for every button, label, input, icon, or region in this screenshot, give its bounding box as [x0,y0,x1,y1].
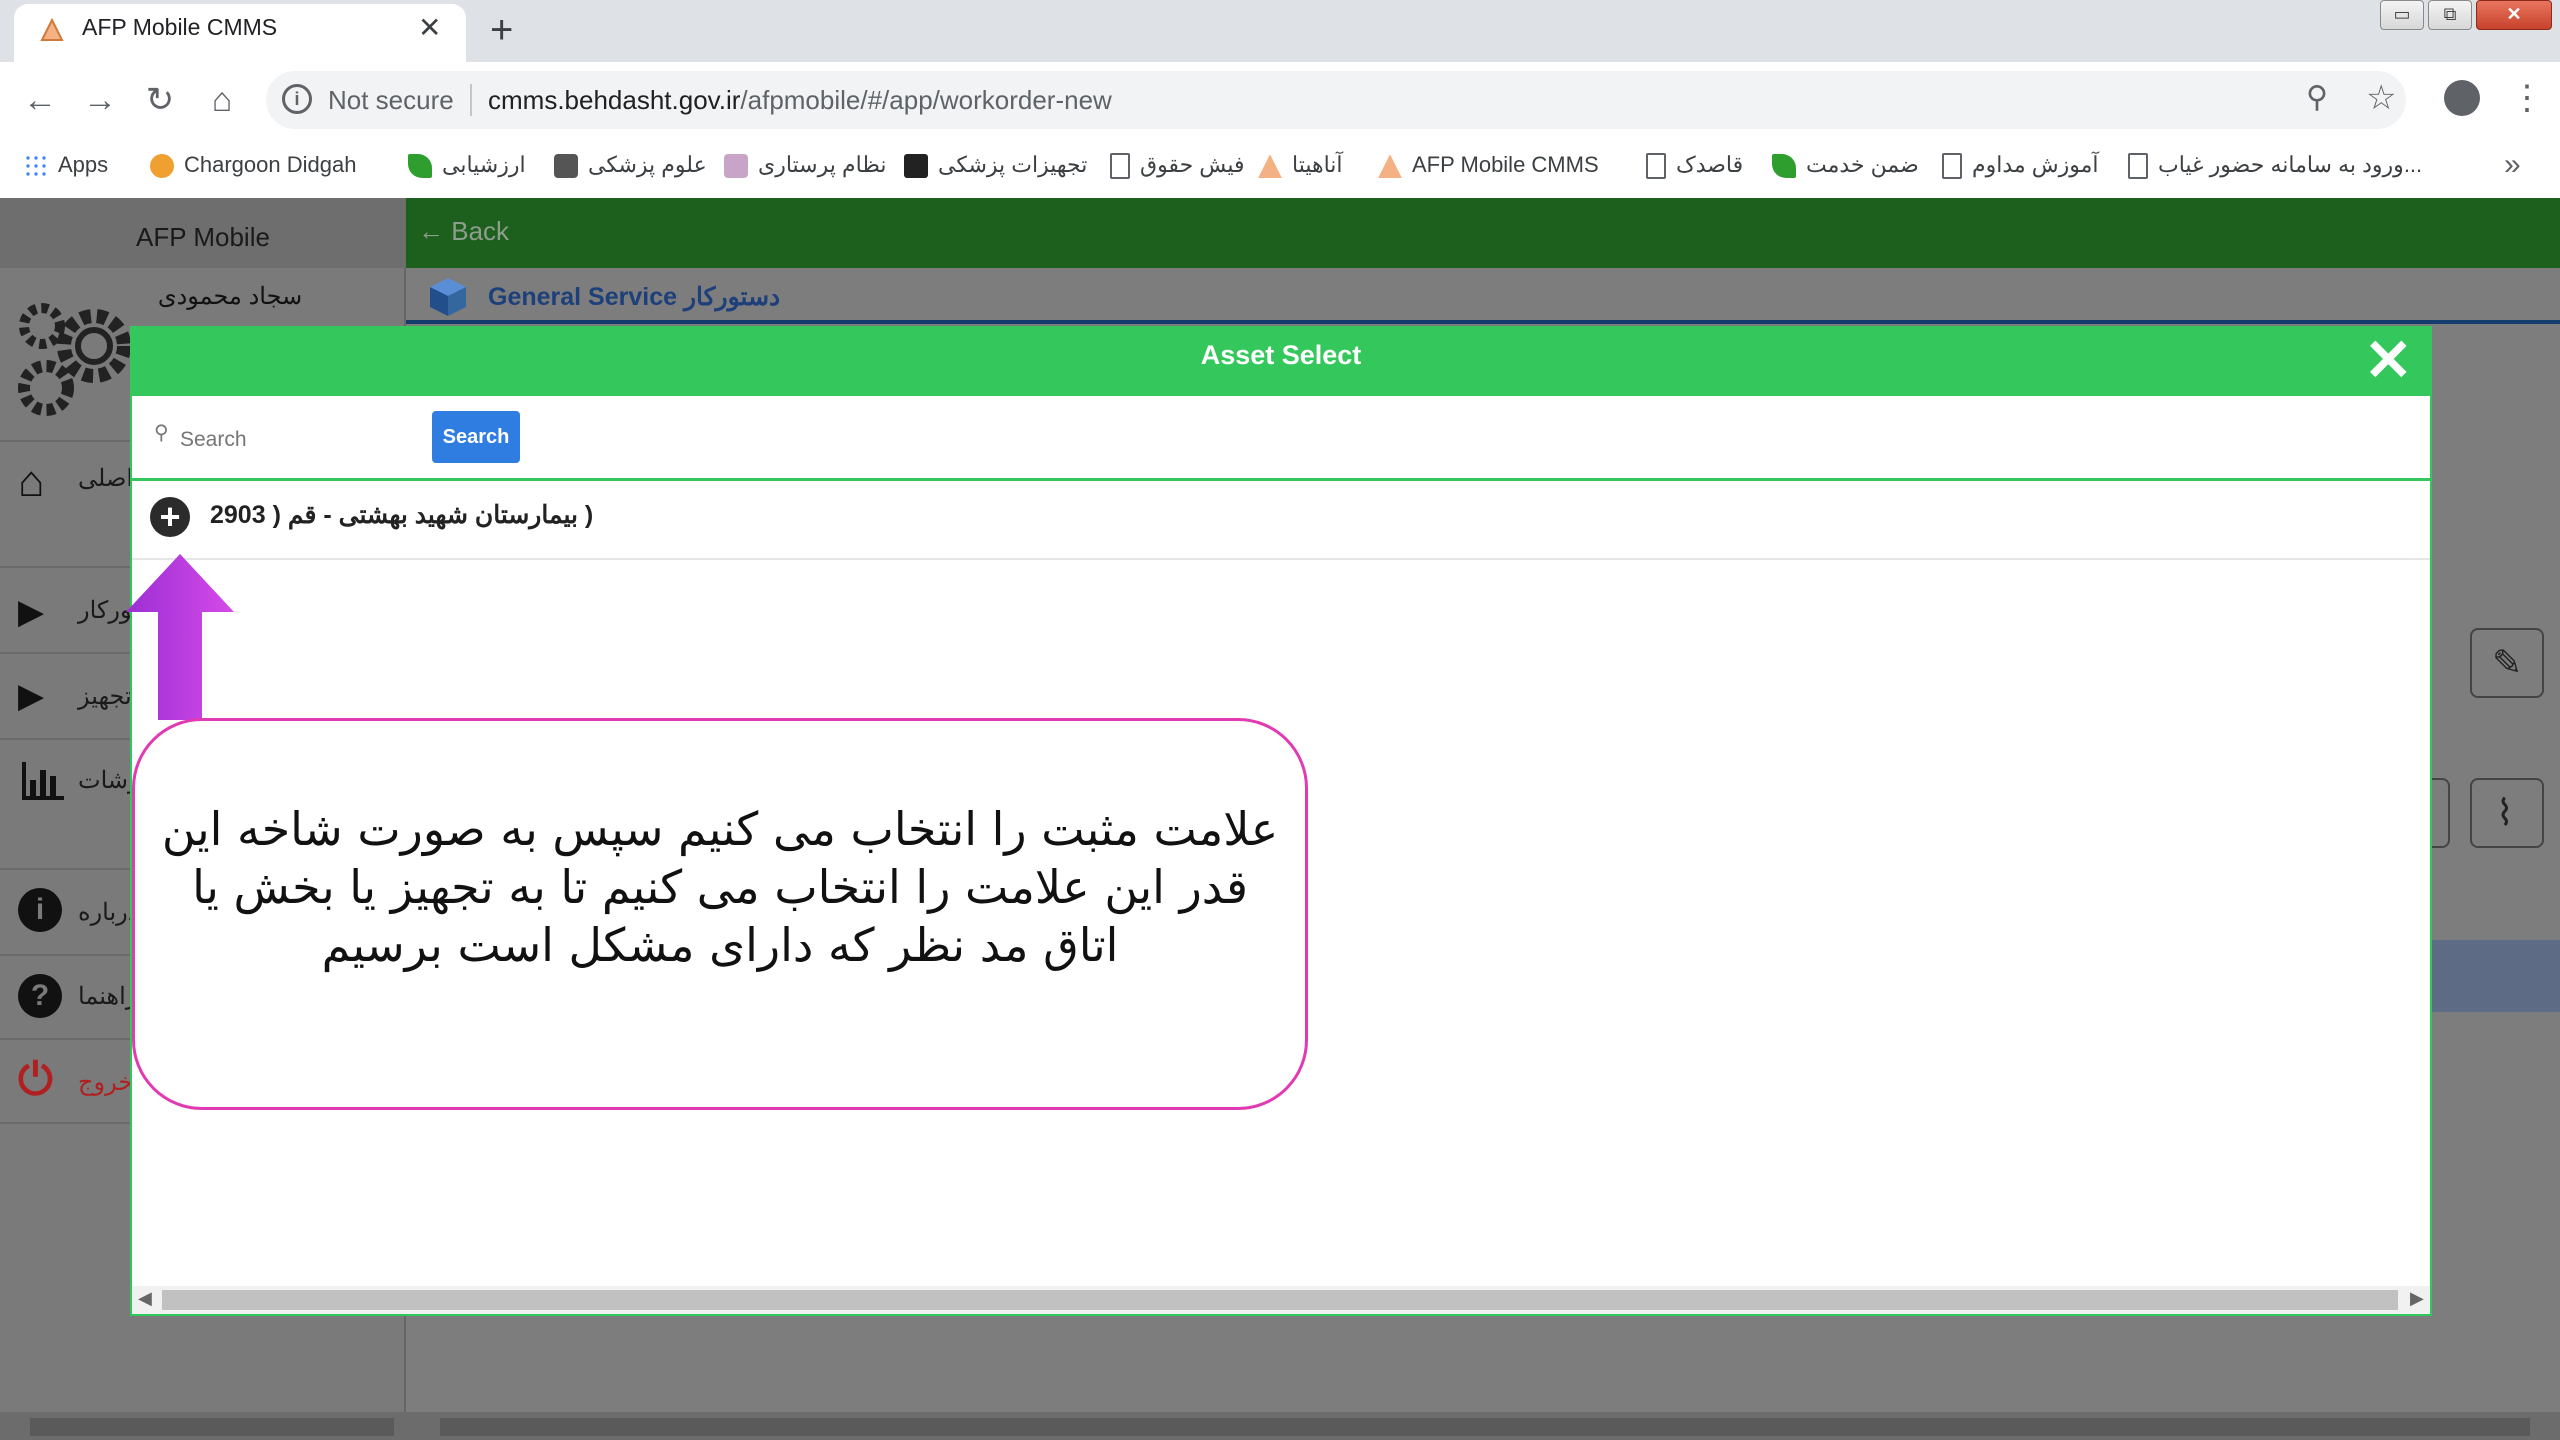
search-input[interactable] [180,418,420,462]
bookmark-hozoor-ghiab[interactable]: ورود به سامانه حضور غیاب... [2128,150,2422,180]
bookmark-apps[interactable]: Apps [24,150,108,180]
home-icon: ⌂ [18,457,45,506]
bookmark-label: آموزش مداوم [1972,152,2099,177]
bookmark-label: ورود به سامانه حضور غیاب... [2158,152,2423,177]
window-minimize-button[interactable]: ▭ [2380,0,2424,30]
power-icon: ⏻ [18,1055,53,1104]
page-subtitle: General Service دستورکار [488,283,781,311]
bookmarks-overflow-icon[interactable]: » [2504,148,2521,182]
bookmark-label: Apps [58,152,109,177]
scroll-right-icon[interactable]: ▶ [2410,1288,2424,1309]
highlight-band [2432,940,2560,1012]
instruction-text: علامت مثبت را انتخاب می کنیم سپس به صورت… [161,802,1279,972]
bookmark-zemn-khedmat[interactable]: ضمن خدمت [1772,150,1919,180]
main-scroll-thumb[interactable] [440,1418,2530,1436]
home-icon[interactable]: ⌂ [198,76,246,124]
search-divider [132,478,2430,481]
search-button[interactable]: Search [432,411,520,463]
tree-item-label[interactable]: ( بیمارستان شهید بهشتی - قم ( 2903 [210,500,593,530]
pencil-icon: ✎ [2492,642,2523,683]
address-separator [470,84,472,116]
leaf-icon [408,154,432,179]
sidebar-scroll-thumb[interactable] [30,1418,394,1436]
page-icon [1646,153,1666,180]
bookmark-chargoon[interactable]: Chargoon Didgah [150,150,356,180]
bookmark-tajhizat[interactable]: تجهیزات پزشکی [904,150,1087,180]
page-icon [1110,153,1130,180]
search-icon: ⚲ [154,422,169,444]
bookmark-olum-pezeshki[interactable]: علوم پزشکی [554,150,707,180]
bookmark-label: AFP Mobile CMMS [1412,152,1599,177]
page-icon [2128,153,2148,180]
bookmark-label: Chargoon Didgah [184,152,357,177]
url-host: cmms.behdasht.gov.ir [488,85,741,115]
sidebar-item-label: راهنما [78,983,138,1010]
afp-icon [1378,154,1402,179]
modal-close-icon[interactable]: ✕ [2364,332,2413,390]
sidebar-item-label: خروج [78,1069,134,1096]
window-maximize-button[interactable]: ⧉ [2428,0,2472,30]
gears-icon [18,303,131,416]
bookmark-star-icon[interactable]: ☆ [2366,78,2396,118]
apps-icon [24,154,48,179]
tab-title: AFP Mobile CMMS [82,14,278,40]
bookmark-label: ارزشیابی [442,152,526,177]
attach-button[interactable]: ⌇ [2470,778,2544,848]
bookmark-ghasedak[interactable]: قاصدک [1646,150,1743,180]
caret-right-icon: ▶ [18,593,45,631]
bookmark-label: نظام پرستاری [758,152,887,177]
zoom-icon[interactable]: ⚲ [2306,80,2328,115]
cube-icon [430,278,466,316]
reload-icon[interactable]: ↻ [136,76,184,124]
chargoon-icon [150,154,174,179]
scroll-left-icon[interactable]: ◀ [138,1288,152,1309]
afp-icon [1258,154,1282,179]
back-link[interactable]: ← Back [418,216,509,247]
info-icon[interactable]: i [282,84,312,114]
bar-chart-icon [22,762,64,800]
bookmark-label: فیش حقوق [1140,152,1245,177]
info-icon: i [18,888,62,932]
caret-right-icon: ▶ [18,677,45,715]
back-arrow-icon[interactable]: ← [16,76,64,124]
up-arrow-annotation-icon [126,554,234,720]
bookmark-fish-hoghoogh[interactable]: فیش حقوق [1110,150,1244,180]
bookmark-nezam-parastari[interactable]: نظام پرستاری [724,150,887,180]
app-name: AFP Mobile [136,222,270,252]
bookmark-arzeshyabi[interactable]: ارزشیابی [408,150,526,180]
bookmark-afp-mobile[interactable]: AFP Mobile CMMS [1378,150,1599,180]
leaf-icon [1772,154,1796,179]
bookmark-label: آناهیتا [1292,152,1343,177]
bookmark-label: ضمن خدمت [1806,152,1919,177]
url-text[interactable]: cmms.behdasht.gov.ir/afpmobile/#/app/wor… [488,85,1112,116]
expand-plus-icon[interactable]: + [150,497,190,537]
bookmark-amoozesh-modavem[interactable]: آموزش مداوم [1942,150,2099,180]
site-icon [724,154,748,179]
url-path: /afpmobile/#/app/workorder-new [740,85,1112,115]
modal-scroll-thumb[interactable] [162,1290,2398,1310]
medical-kit-icon [904,154,928,179]
bookmark-anahita[interactable]: آناهیتا [1258,150,1343,180]
window-close-button[interactable]: ✕ [2476,0,2552,30]
page-icon [1942,153,1962,180]
forward-arrow-icon[interactable]: → [76,76,124,124]
kebab-menu-icon[interactable]: ⋮ [2510,78,2544,118]
edit-button[interactable]: ✎ [2470,628,2544,698]
modal-title: Asset Select [1200,340,1362,370]
afp-favicon-icon [40,17,64,41]
bookmark-label: قاصدک [1676,152,1744,177]
site-icon [554,154,578,179]
not-secure-label: Not secure [328,85,454,115]
bookmark-label: علوم پزشکی [588,152,707,177]
bookmark-label: تجهیزات پزشکی [938,152,1088,177]
help-icon: ? [18,974,62,1018]
top-bar [406,198,2560,268]
tab-close-icon[interactable]: ✕ [418,12,441,44]
new-tab-button[interactable]: + [490,8,513,52]
paperclip-icon: ⌇ [2496,792,2514,833]
profile-avatar-icon[interactable] [2444,80,2480,116]
